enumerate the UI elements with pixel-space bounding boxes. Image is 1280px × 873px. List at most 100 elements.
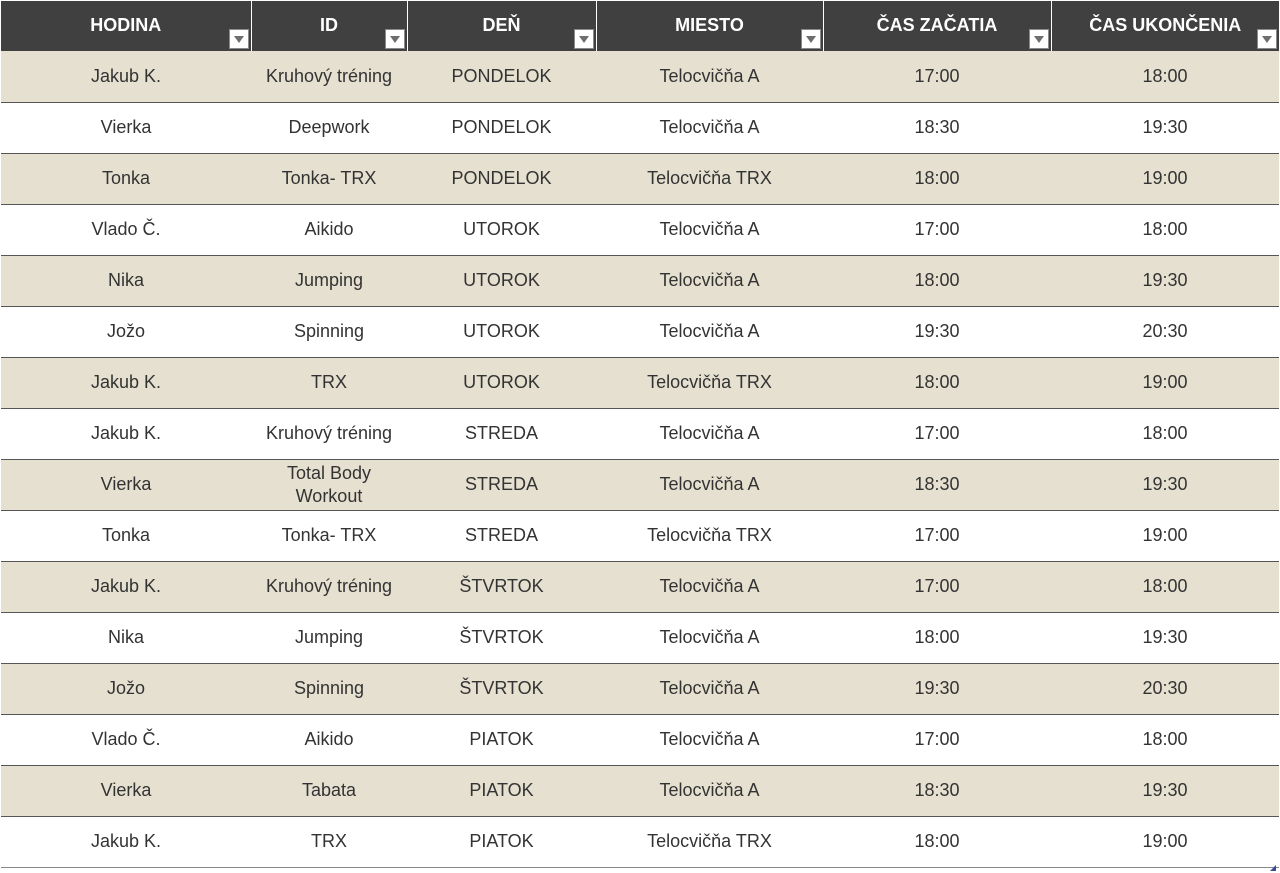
table-row: Jakub K. Kruhový tréning STREDA Telocvič…	[1, 408, 1279, 460]
cell-id: Tabata	[251, 765, 407, 817]
column-header-label: ČAS ZAČATIA	[876, 15, 998, 35]
table-body: Jakub K. Kruhový tréning PONDELOK Telocv…	[1, 51, 1279, 868]
column-header-label: ČAS UKONČENIA	[1089, 15, 1242, 35]
cell-hodina: Jakub K.	[1, 408, 251, 460]
cell-den: PONDELOK	[407, 153, 596, 205]
cell-id: Jumping	[251, 612, 407, 664]
cell-hodina: Jožo	[1, 663, 251, 715]
table-row: Vlado Č. Aikido PIATOK Telocvičňa A 17:0…	[1, 714, 1279, 766]
filter-dropdown-button[interactable]	[800, 29, 821, 49]
cell-id: Tonka- TRX	[251, 510, 407, 562]
table-row: Vlado Č. Aikido UTOROK Telocvičňa A 17:0…	[1, 204, 1279, 256]
table-row: Tonka Tonka- TRX PONDELOK Telocvičňa TRX…	[1, 153, 1279, 205]
cell-id: TRX	[251, 357, 407, 409]
table-header: HODINA ID DEŇ MIESTO ČAS ZAČATIA ČAS UKO…	[1, 1, 1279, 51]
cell-cas-zacatia: 18:30	[823, 102, 1051, 154]
column-header-label: ID	[320, 15, 338, 35]
cell-den: STREDA	[407, 408, 596, 460]
cell-id: Deepwork	[251, 102, 407, 154]
cell-cas-zacatia: 17:00	[823, 408, 1051, 460]
chevron-down-icon	[1262, 36, 1272, 43]
filter-dropdown-button[interactable]	[384, 29, 405, 49]
cell-hodina: Jakub K.	[1, 561, 251, 613]
cell-den: PONDELOK	[407, 102, 596, 154]
cell-cas-zacatia: 17:00	[823, 51, 1051, 103]
cell-hodina: Jožo	[1, 306, 251, 358]
table-row: Tonka Tonka- TRX STREDA Telocvičňa TRX 1…	[1, 510, 1279, 562]
cell-cas-ukoncenia: 20:30	[1051, 306, 1279, 358]
cell-hodina: Jakub K.	[1, 51, 251, 103]
cell-cas-zacatia: 18:00	[823, 153, 1051, 205]
cell-cas-ukoncenia: 19:30	[1051, 459, 1279, 511]
cell-cas-ukoncenia: 18:00	[1051, 408, 1279, 460]
filter-dropdown-button[interactable]	[573, 29, 594, 49]
cell-hodina: Vierka	[1, 765, 251, 817]
cell-id: Spinning	[251, 306, 407, 358]
cell-miesto: Telocvičňa A	[596, 102, 823, 154]
cell-miesto: Telocvičňa A	[596, 714, 823, 766]
cell-cas-ukoncenia: 18:00	[1051, 51, 1279, 103]
filter-dropdown-button[interactable]	[228, 29, 249, 49]
cell-hodina: Vlado Č.	[1, 714, 251, 766]
cell-miesto: Telocvičňa A	[596, 612, 823, 664]
table-row: Jakub K. Kruhový tréning ŠTVRTOK Telocvi…	[1, 561, 1279, 613]
cell-cas-ukoncenia: 18:00	[1051, 714, 1279, 766]
table-row: Jakub K. Kruhový tréning PONDELOK Telocv…	[1, 51, 1279, 103]
cell-miesto: Telocvičňa A	[596, 663, 823, 715]
cell-den: STREDA	[407, 510, 596, 562]
cell-cas-zacatia: 18:00	[823, 255, 1051, 307]
column-header-cas-ukoncenia: ČAS UKONČENIA	[1051, 1, 1279, 51]
cell-hodina: Tonka	[1, 510, 251, 562]
cell-cas-zacatia: 18:00	[823, 612, 1051, 664]
column-header-label: HODINA	[90, 15, 162, 35]
cell-cas-ukoncenia: 19:00	[1051, 357, 1279, 409]
cell-cas-ukoncenia: 18:00	[1051, 204, 1279, 256]
cell-id: TRX	[251, 816, 407, 868]
cell-den: PIATOK	[407, 765, 596, 817]
filter-dropdown-button[interactable]	[1028, 29, 1049, 49]
cell-miesto: Telocvičňa A	[596, 204, 823, 256]
chevron-down-icon	[389, 36, 400, 43]
cell-id: Aikido	[251, 714, 407, 766]
table-row: Vierka Deepwork PONDELOK Telocvičňa A 18…	[1, 102, 1279, 154]
header-row: HODINA ID DEŇ MIESTO ČAS ZAČATIA ČAS UKO…	[1, 1, 1279, 51]
cell-miesto: Telocvičňa A	[596, 51, 823, 103]
cell-id: Total Body Workout	[251, 459, 407, 511]
filter-dropdown-button[interactable]	[1257, 29, 1277, 49]
cell-cas-ukoncenia: 18:00	[1051, 561, 1279, 613]
cell-cas-ukoncenia: 19:30	[1051, 255, 1279, 307]
cell-den: PIATOK	[407, 816, 596, 868]
cell-cas-zacatia: 17:00	[823, 204, 1051, 256]
cell-miesto: Telocvičňa A	[596, 306, 823, 358]
cell-miesto: Telocvičňa A	[596, 408, 823, 460]
cell-hodina: Vierka	[1, 459, 251, 511]
cell-miesto: Telocvičňa TRX	[596, 510, 823, 562]
cell-id: Tonka- TRX	[251, 153, 407, 205]
cell-den: ŠTVRTOK	[407, 561, 596, 613]
cell-cas-zacatia: 19:30	[823, 306, 1051, 358]
cell-id: Kruhový tréning	[251, 561, 407, 613]
cell-hodina: Vierka	[1, 102, 251, 154]
chevron-down-icon	[805, 36, 816, 43]
column-header-den: DEŇ	[407, 1, 597, 51]
cell-cas-ukoncenia: 19:30	[1051, 102, 1279, 154]
cell-cas-ukoncenia: 19:30	[1051, 612, 1279, 664]
column-header-label: MIESTO	[675, 15, 744, 35]
cell-den: PIATOK	[407, 714, 596, 766]
cell-miesto: Telocvičňa TRX	[596, 816, 823, 868]
cell-hodina: Nika	[1, 612, 251, 664]
chevron-down-icon	[1033, 36, 1044, 43]
cell-id: Aikido	[251, 204, 407, 256]
cell-miesto: Telocvičňa A	[596, 561, 823, 613]
cell-cas-ukoncenia: 19:00	[1051, 816, 1279, 868]
table-row: Jožo Spinning ŠTVRTOK Telocvičňa A 19:30…	[1, 663, 1279, 715]
cell-id: Spinning	[251, 663, 407, 715]
cell-cas-zacatia: 17:00	[823, 714, 1051, 766]
cell-cas-ukoncenia: 19:00	[1051, 153, 1279, 205]
cell-cas-ukoncenia: 19:00	[1051, 510, 1279, 562]
cell-den: PONDELOK	[407, 51, 596, 103]
cell-id: Kruhový tréning	[251, 408, 407, 460]
cell-den: UTOROK	[407, 357, 596, 409]
cell-hodina: Jakub K.	[1, 357, 251, 409]
cell-cas-zacatia: 19:30	[823, 663, 1051, 715]
